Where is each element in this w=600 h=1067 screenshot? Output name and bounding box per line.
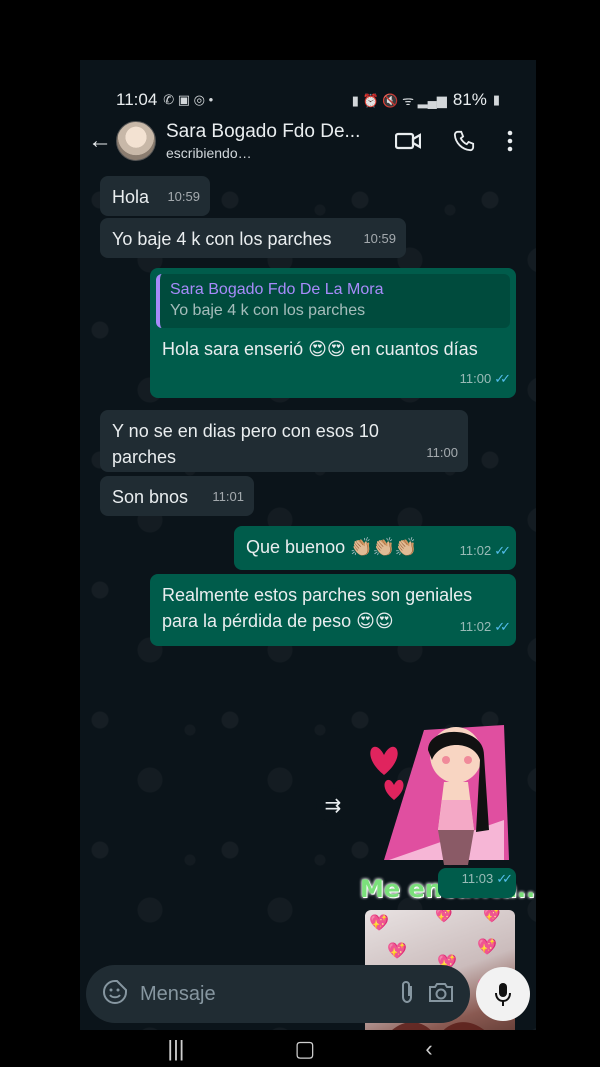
recent-apps-icon[interactable]: ||| bbox=[167, 1036, 184, 1062]
message-bubble-outgoing[interactable]: Realmente estos parches son geniales par… bbox=[150, 574, 516, 646]
svg-text:💖: 💖 bbox=[435, 910, 453, 923]
phone-call-icon[interactable] bbox=[436, 130, 492, 152]
avatar[interactable] bbox=[116, 121, 156, 161]
back-arrow-icon[interactable]: ← bbox=[88, 127, 116, 155]
message-input-bar[interactable]: Mensaje bbox=[86, 965, 470, 1023]
read-ticks-icon: ✓✓ bbox=[494, 543, 511, 558]
message-text: Hola bbox=[112, 187, 150, 207]
message-input[interactable]: Mensaje bbox=[140, 983, 386, 1006]
read-ticks-icon: ✓✓ bbox=[494, 619, 511, 634]
message-time: 10:59 bbox=[167, 189, 200, 204]
system-navigation-bar: ||| ▢ ‹ bbox=[0, 1030, 600, 1067]
message-text: Y no se en dias pero con esos 10 parches bbox=[112, 421, 379, 467]
read-ticks-icon: ✓✓ bbox=[496, 871, 513, 886]
read-ticks-icon: ✓✓ bbox=[494, 371, 511, 386]
forward-icon[interactable]: ⇉ bbox=[316, 788, 350, 822]
message-time: 11:02 ✓✓ bbox=[460, 614, 511, 640]
message-time: 11:01 bbox=[212, 489, 244, 504]
contact-info[interactable]: Sara Bogado Fdo De... escribiendo… bbox=[166, 121, 380, 161]
message-time: 11:02 ✓✓ bbox=[460, 538, 511, 564]
quoted-message[interactable]: Sara Bogado Fdo De La Mora Yo baje 4 k c… bbox=[156, 274, 510, 328]
svg-text:💖: 💖 bbox=[477, 937, 497, 956]
contact-name: Sara Bogado Fdo De... bbox=[166, 121, 361, 142]
back-nav-icon[interactable]: ‹ bbox=[425, 1036, 432, 1062]
video-call-icon[interactable] bbox=[380, 131, 436, 151]
camera-icon[interactable] bbox=[428, 981, 454, 1008]
system-icons: ▮ ⏰ 🔇 ᯤ ▂▄▆ bbox=[351, 93, 447, 108]
message-list[interactable]: Hola 10:59 Yo baje 4 k con los parches 1… bbox=[80, 170, 536, 1030]
message-text: Yo baje 4 k con los parches bbox=[112, 229, 332, 249]
message-bubble-outgoing[interactable]: Que buenoo 👏🏼👏🏼👏🏼 11:02 ✓✓ bbox=[234, 526, 516, 570]
home-icon[interactable]: ▢ bbox=[295, 1036, 316, 1062]
attach-icon[interactable] bbox=[398, 979, 416, 1010]
battery-level: 81% bbox=[452, 90, 487, 109]
message-time: 10:59 bbox=[363, 231, 396, 246]
message-text: Hola sara enserió 😍😍 en cuantos días bbox=[162, 339, 478, 359]
message-bubble-outgoing[interactable]: Sara Bogado Fdo De La Mora Yo baje 4 k c… bbox=[150, 268, 516, 398]
message-bubble-incoming[interactable]: Yo baje 4 k con los parches 10:59 bbox=[100, 218, 406, 258]
quoted-sender: Sara Bogado Fdo De La Mora bbox=[170, 281, 384, 298]
message-time: 11:00 bbox=[426, 445, 458, 460]
quoted-text: Yo baje 4 k con los parches bbox=[170, 302, 366, 319]
sticker-image[interactable] bbox=[364, 720, 514, 870]
status-time: 11:04 bbox=[116, 90, 158, 109]
message-bubble-incoming[interactable]: Son bnos 11:01 bbox=[100, 476, 254, 516]
typing-status: escribiendo… bbox=[166, 145, 252, 161]
message-bubble-incoming[interactable]: Hola 10:59 bbox=[100, 176, 210, 216]
status-bar: 11:04 ✆ ▣ ◎ • ▮ ⏰ 🔇 ᯤ ▂▄▆ 81% ▮ bbox=[80, 60, 536, 120]
sticker-timestamp: 11:03 ✓✓ bbox=[438, 868, 516, 898]
message-text: Que buenoo 👏🏼👏🏼👏🏼 bbox=[246, 537, 418, 557]
notification-icons: ✆ ▣ ◎ • bbox=[163, 92, 214, 107]
battery-icon: ▮ bbox=[492, 92, 500, 107]
more-options-icon[interactable] bbox=[492, 130, 528, 152]
svg-text:💖: 💖 bbox=[483, 910, 501, 923]
message-time: 11:03 ✓✓ bbox=[462, 866, 513, 892]
svg-text:💖: 💖 bbox=[387, 941, 407, 960]
svg-text:💖: 💖 bbox=[369, 913, 389, 932]
message-text: Son bnos bbox=[112, 487, 189, 507]
microphone-icon bbox=[495, 983, 511, 1006]
chat-header: ← Sara Bogado Fdo De... escribiendo… bbox=[80, 112, 536, 170]
voice-message-button[interactable] bbox=[476, 967, 530, 1021]
message-time: 11:00 ✓✓ bbox=[460, 366, 511, 392]
phone-screen: 11:04 ✆ ▣ ◎ • ▮ ⏰ 🔇 ᯤ ▂▄▆ 81% ▮ ← Sara B… bbox=[80, 60, 536, 1030]
message-bubble-incoming[interactable]: Y no se en dias pero con esos 10 parches… bbox=[100, 410, 468, 472]
message-text: Realmente estos parches son geniales par… bbox=[162, 585, 473, 631]
sticker-icon[interactable] bbox=[102, 979, 128, 1010]
